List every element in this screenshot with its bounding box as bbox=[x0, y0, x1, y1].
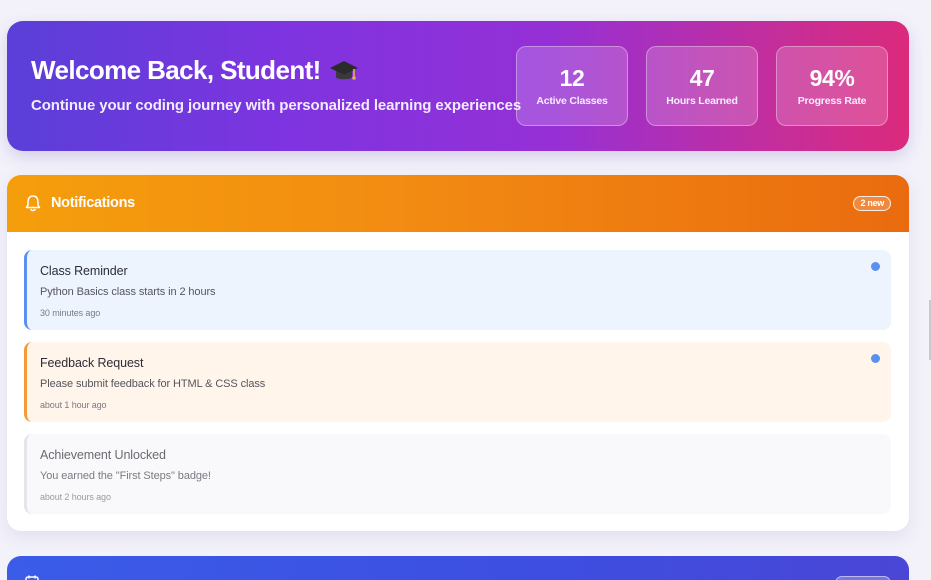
notification-description: You earned the "First Steps" badge! bbox=[40, 470, 211, 482]
notification-description: Python Basics class starts in 2 hours bbox=[40, 286, 216, 298]
new-count-badge: 2 new bbox=[853, 196, 891, 211]
stat-label: Active Classes bbox=[536, 95, 608, 107]
notification-title: Achievement Unlocked bbox=[40, 448, 166, 462]
unread-dot bbox=[871, 354, 880, 363]
stat-label: Hours Learned bbox=[666, 95, 738, 107]
notification-title: Feedback Request bbox=[40, 356, 144, 370]
notification-time: 30 minutes ago bbox=[40, 308, 101, 318]
notification-time: about 1 hour ago bbox=[40, 400, 107, 410]
stat-card-active-classes[interactable]: 12 Active Classes bbox=[516, 46, 628, 126]
notification-item[interactable]: Class Reminder Python Basics class start… bbox=[24, 250, 891, 330]
welcome-subtitle: Continue your coding journey with person… bbox=[31, 97, 522, 114]
upcoming-count-badge bbox=[835, 576, 891, 580]
welcome-banner: Welcome Back, Student! Continue your cod… bbox=[7, 21, 909, 151]
notifications-panel: Notifications 2 new Class Reminder Pytho… bbox=[7, 175, 909, 531]
stat-card-progress-rate[interactable]: 94% Progress Rate bbox=[776, 46, 888, 126]
unread-dot bbox=[871, 262, 880, 271]
graduation-cap-icon bbox=[329, 60, 358, 80]
calendar-icon bbox=[25, 575, 39, 580]
stat-card-hours-learned[interactable]: 47 Hours Learned bbox=[646, 46, 758, 126]
welcome-heading: Welcome Back, Student! bbox=[31, 55, 359, 86]
welcome-title: Welcome Back, Student! bbox=[31, 55, 321, 85]
notification-description: Please submit feedback for HTML & CSS cl… bbox=[40, 378, 266, 390]
notifications-title: Notifications bbox=[51, 195, 135, 211]
stat-value: 94% bbox=[809, 65, 855, 91]
notification-time: about 2 hours ago bbox=[40, 492, 111, 502]
notification-item[interactable]: Achievement Unlocked You earned the "Fir… bbox=[24, 434, 891, 514]
notification-item[interactable]: Feedback Request Please submit feedback … bbox=[24, 342, 891, 422]
stat-value: 12 bbox=[559, 65, 585, 91]
bell-icon bbox=[25, 195, 41, 212]
notification-title: Class Reminder bbox=[40, 264, 128, 278]
notifications-header[interactable]: Notifications 2 new bbox=[7, 175, 909, 232]
upcoming-classes-panel bbox=[7, 556, 909, 580]
stat-value: 47 bbox=[689, 65, 715, 91]
stat-label: Progress Rate bbox=[797, 95, 867, 107]
